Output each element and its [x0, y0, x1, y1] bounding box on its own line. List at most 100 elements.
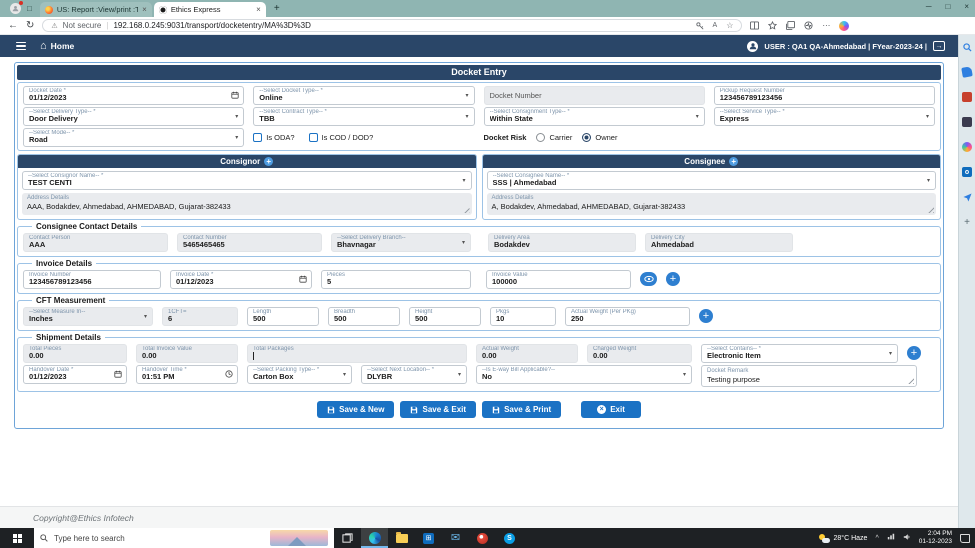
delivery-branch-select[interactable]: --Select Delivery Branch-- Bhavnagar ▾	[331, 233, 471, 252]
handover-date-field[interactable]: Handover Date * 01/12/2023	[23, 365, 127, 384]
drop-icon[interactable]	[962, 192, 972, 202]
docket-date-field[interactable]: Docket Date * 01/12/2023	[23, 86, 244, 105]
add-shipment-button[interactable]: +	[907, 346, 921, 360]
next-location-select[interactable]: --Select Next Location-- * DLYBR ▾	[361, 365, 467, 384]
copilot-icon[interactable]	[839, 21, 849, 31]
breadth-field[interactable]: Breadth 500	[328, 307, 400, 326]
start-button[interactable]	[0, 528, 34, 548]
consignee-name-select[interactable]: --Select Consignee Name-- * SSS | Ahmeda…	[487, 171, 937, 190]
close-tab-icon[interactable]: ×	[256, 5, 261, 14]
favorites-bar-icon[interactable]	[768, 21, 777, 30]
consignor-name-select[interactable]: --Select Consignor Name-- * TEST CENTI ▾	[22, 171, 472, 190]
taskbar-red-app-button[interactable]	[469, 528, 496, 548]
home-link[interactable]: Home	[51, 41, 75, 51]
not-secure-label[interactable]: Not secure	[63, 21, 102, 30]
consignment-type-select[interactable]: --Select Consignment Type-- * Within Sta…	[484, 107, 705, 126]
packing-type-select[interactable]: --Select Packing Type-- * Carton Box ▾	[247, 365, 352, 384]
browser-essentials-icon[interactable]	[804, 21, 813, 30]
close-button[interactable]: ×	[964, 2, 969, 11]
url-text[interactable]: 192.168.0.245:9031/transport/docketentry…	[113, 21, 690, 30]
favorite-star-icon[interactable]: ☆	[726, 21, 733, 30]
save-and-print-button[interactable]: Save & Print	[482, 401, 561, 418]
save-and-exit-button[interactable]: Save & Exit	[400, 401, 476, 418]
settings-ellipsis-icon[interactable]: ⋯	[822, 21, 830, 30]
measure-in-select[interactable]: --Select Measure In-- Inches ▾	[23, 307, 153, 326]
length-field[interactable]: Length 500	[247, 307, 319, 326]
delivery-type-select[interactable]: --Select Delivery Type-- * Door Delivery…	[23, 107, 244, 126]
is-cod-checkbox[interactable]	[309, 133, 318, 142]
menu-hamburger-icon[interactable]	[16, 42, 26, 51]
service-type-select[interactable]: --Select Service Type-- * Express ▾	[714, 107, 935, 126]
exit-button[interactable]: × Exit	[581, 401, 641, 418]
taskbar-store-button[interactable]: ⊞	[415, 528, 442, 548]
add-consignee-button[interactable]: +	[729, 157, 738, 166]
tools-icon[interactable]	[962, 92, 972, 102]
refresh-button[interactable]: ↻	[26, 21, 34, 31]
network-icon[interactable]	[887, 533, 895, 543]
invoice-date-field[interactable]: Invoice Date * 01/12/2023	[170, 270, 312, 289]
save-and-new-button[interactable]: Save & New	[317, 401, 394, 418]
pickup-request-number-field[interactable]: Pickup Request Number 123456789123456	[714, 86, 935, 105]
customize-sidebar-button[interactable]: +	[962, 217, 972, 227]
action-center-icon[interactable]	[960, 534, 970, 543]
calendar-icon[interactable]	[299, 275, 307, 283]
invoice-number-field[interactable]: Invoice Number 123456789123456	[23, 270, 161, 289]
height-field[interactable]: Height 500	[409, 307, 481, 326]
add-consignor-button[interactable]: +	[264, 157, 273, 166]
mode-select[interactable]: --Select Mode-- * Road ▾	[23, 128, 244, 147]
task-view-button[interactable]	[334, 528, 361, 548]
docket-remark-textarea[interactable]: Docket Remark Testing purpose	[701, 365, 917, 387]
minimize-button[interactable]: ─	[926, 2, 932, 11]
total-packages-field[interactable]: Total Packages	[247, 344, 467, 363]
owner-radio[interactable]	[582, 133, 591, 142]
address-bar[interactable]: ⚠ Not secure | 192.168.0.245:9031/transp…	[42, 19, 742, 32]
office-icon[interactable]	[962, 117, 972, 127]
pieces-field[interactable]: Pieces 5	[321, 270, 471, 289]
calendar-icon[interactable]	[114, 370, 122, 378]
calendar-icon[interactable]	[231, 91, 239, 99]
back-button[interactable]: ←	[8, 21, 18, 31]
docket-type-select[interactable]: --Select Docket Type-- * Online ▾	[253, 86, 474, 105]
volume-icon[interactable]	[903, 533, 911, 543]
taskbar-skype-button[interactable]: S	[496, 528, 523, 548]
password-icon[interactable]	[696, 22, 704, 30]
sidebar-search-icon[interactable]	[962, 42, 972, 52]
shopping-icon[interactable]	[961, 66, 973, 78]
actual-weight-per-pkg-field[interactable]: Actual Weight (Per PKg) 250	[565, 307, 690, 326]
add-invoice-button[interactable]: +	[666, 272, 680, 286]
tab-actions-icon[interactable]: □	[27, 4, 32, 14]
carrier-radio[interactable]	[536, 133, 545, 142]
contract-type-select[interactable]: --Select Contract Type-- * TBB ▾	[253, 107, 474, 126]
consignee-address-textarea[interactable]: Address Details A, Bodakdev, Ahmedabad, …	[487, 193, 937, 215]
maximize-button[interactable]: □	[945, 2, 950, 11]
taskbar-edge-button[interactable]	[361, 528, 388, 548]
profile-avatar[interactable]	[10, 3, 21, 14]
taskbar-explorer-button[interactable]	[388, 528, 415, 548]
eway-bill-select[interactable]: --Is E-way Bill Applicable?-- No ▾	[476, 365, 692, 384]
search-highlight-image[interactable]	[270, 530, 328, 546]
browser-tab-active[interactable]: Ethics Express ×	[154, 2, 266, 17]
tray-expand-icon[interactable]: ^	[875, 535, 878, 542]
handover-time-field[interactable]: Handover Time * 01:51 PM	[136, 365, 238, 384]
pkgs-field[interactable]: Pkgs 10	[490, 307, 556, 326]
taskbar-mail-button[interactable]: ✉	[442, 528, 469, 548]
new-tab-button[interactable]: +	[274, 3, 280, 14]
taskbar-search-input[interactable]: Type here to search	[34, 528, 334, 548]
taskbar-clock[interactable]: 2:04 PM 01-12-2023	[919, 530, 952, 546]
contains-select[interactable]: --Select Contains-- * Electronic Item ▾	[701, 344, 898, 363]
taskbar-weather[interactable]: 28°C Haze	[819, 534, 868, 543]
add-cft-button[interactable]: +	[699, 309, 713, 323]
consignor-address-textarea[interactable]: Address Details AAA, Bodakdev, Ahmedabad…	[22, 193, 472, 215]
is-oda-checkbox[interactable]	[253, 133, 262, 142]
logout-icon[interactable]: →	[933, 41, 945, 51]
games-icon[interactable]	[962, 142, 972, 152]
outlook-icon[interactable]: o	[962, 167, 972, 177]
collections-icon[interactable]	[786, 21, 795, 30]
invoice-value-field[interactable]: Invoice Value 100000	[486, 270, 631, 289]
read-aloud-icon[interactable]: A	[713, 22, 718, 29]
split-screen-icon[interactable]	[750, 21, 759, 30]
clock-icon[interactable]	[225, 370, 233, 378]
close-tab-icon[interactable]: ×	[142, 5, 147, 14]
view-invoice-button[interactable]	[640, 272, 657, 286]
browser-tab-inactive[interactable]: US: Report :View/print :Track Do ×	[40, 2, 152, 17]
